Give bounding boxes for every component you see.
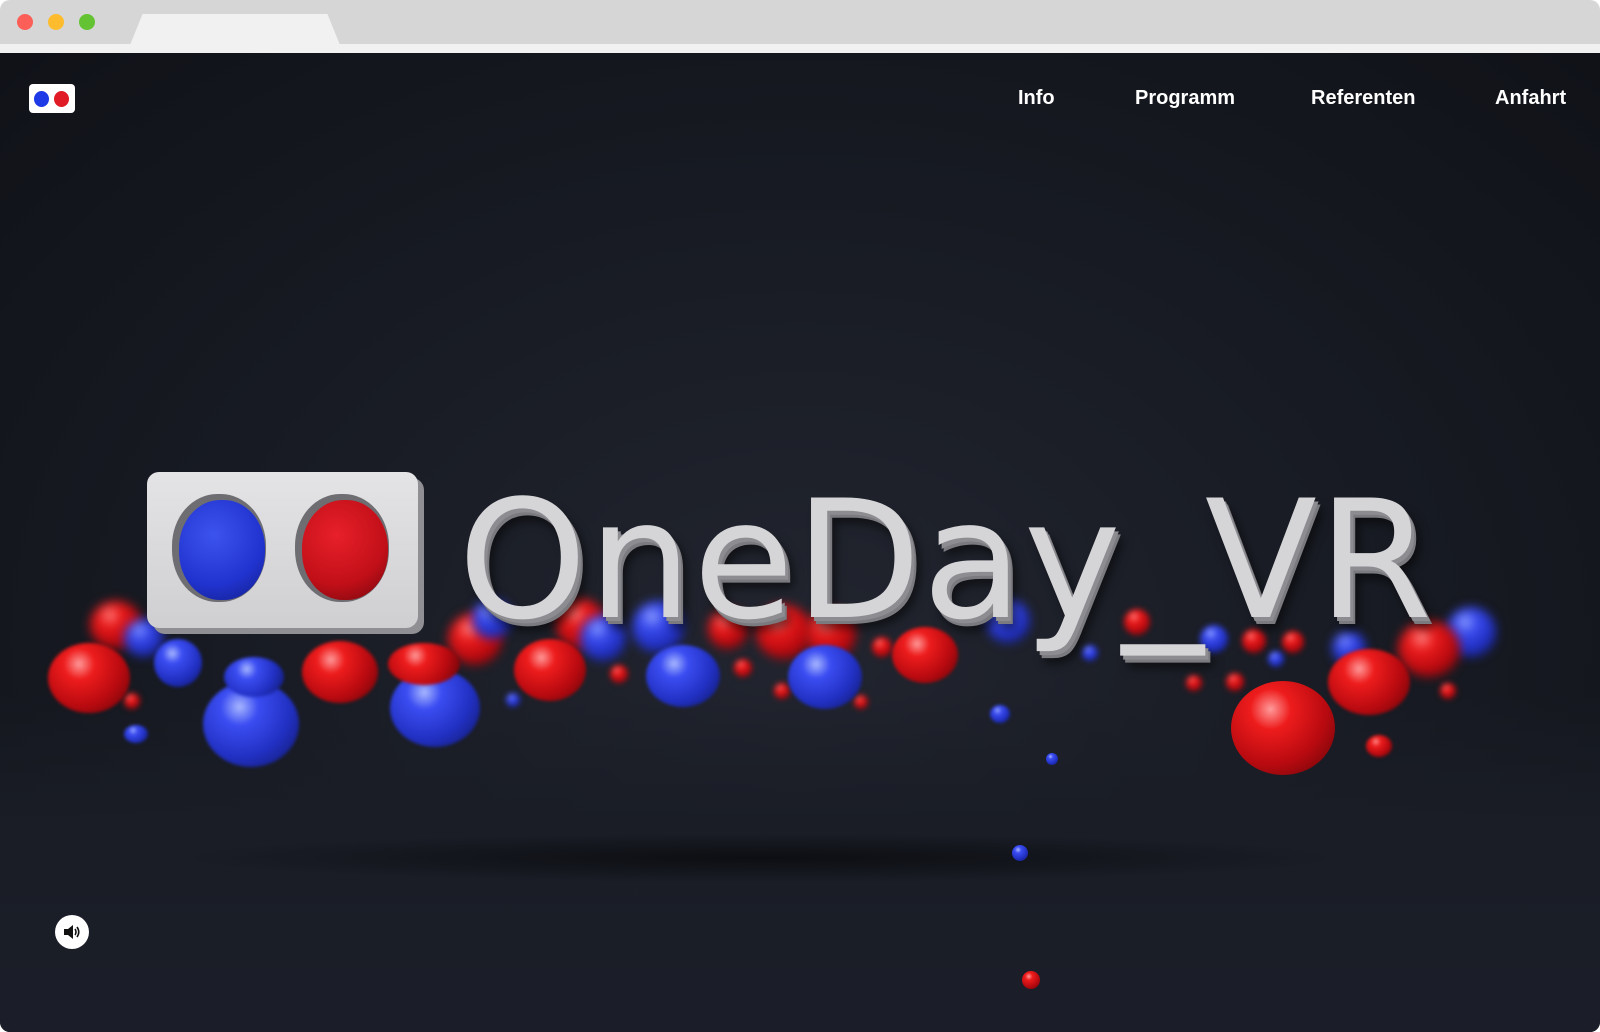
red-sphere — [854, 695, 868, 709]
red-sphere — [124, 693, 140, 709]
hero-title: OneDay_VR — [458, 465, 1433, 656]
nav-link-info[interactable]: Info — [1018, 85, 1055, 111]
red-sphere — [1186, 675, 1202, 691]
red-sphere — [774, 683, 790, 699]
blue-sphere — [506, 693, 520, 707]
nav-logo-blue-lens — [34, 91, 49, 107]
nav-logo-icon[interactable] — [29, 84, 75, 113]
red-sphere — [1440, 683, 1456, 699]
red-sphere — [734, 659, 752, 677]
blue-sphere — [154, 639, 202, 687]
hero-logo-blue-lens — [179, 500, 265, 600]
red-sphere — [1231, 681, 1335, 775]
red-sphere — [610, 665, 628, 683]
page-viewport: OneDay_VR Info Programm Referenten Anfah… — [0, 53, 1600, 1032]
red-sphere — [1022, 971, 1040, 989]
sound-toggle-button[interactable] — [55, 915, 89, 949]
browser-tab[interactable] — [130, 14, 340, 45]
red-sphere — [302, 641, 378, 703]
nav-logo-red-lens — [54, 91, 69, 107]
nav-link-referenten[interactable]: Referenten — [1311, 85, 1415, 111]
blue-sphere — [224, 657, 284, 697]
browser-window: OneDay_VR Info Programm Referenten Anfah… — [0, 0, 1600, 1032]
red-sphere — [48, 643, 130, 713]
top-navigation: Info Programm Referenten Anfahrt — [0, 53, 1600, 143]
hero-logo-red-lens — [302, 500, 388, 600]
blue-sphere — [124, 725, 148, 743]
speaker-volume-icon — [64, 925, 80, 939]
blue-sphere — [1012, 845, 1028, 861]
red-sphere — [388, 643, 460, 685]
nav-link-programm[interactable]: Programm — [1135, 85, 1235, 111]
blue-sphere — [990, 705, 1010, 723]
hero-logo-icon — [147, 472, 424, 634]
nav-link-anfahrt[interactable]: Anfahrt — [1495, 85, 1566, 111]
scene-shadow — [160, 833, 1360, 883]
close-window-button[interactable] — [17, 14, 33, 30]
red-sphere — [1226, 673, 1244, 691]
blue-sphere — [1046, 753, 1058, 765]
red-sphere — [1366, 735, 1392, 757]
browser-toolbar-strip — [0, 44, 1600, 53]
browser-chrome — [0, 0, 1600, 53]
maximize-window-button[interactable] — [79, 14, 95, 30]
minimize-window-button[interactable] — [48, 14, 64, 30]
